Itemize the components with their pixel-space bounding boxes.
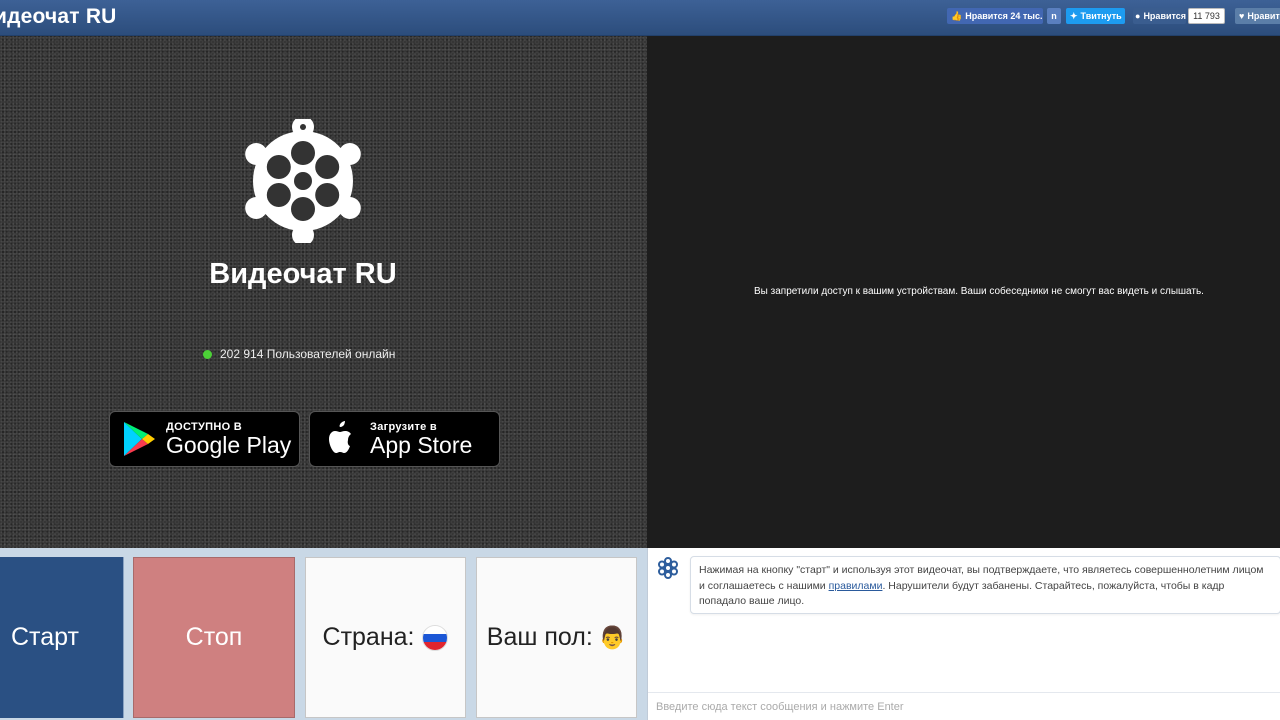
site-title[interactable]: идеочат RU — [0, 5, 117, 29]
tweet-button[interactable]: ✦ Твитнуть — [1066, 8, 1125, 24]
online-users-text: 202 914 Пользователей онлайн — [220, 347, 396, 361]
device-access-denied-message: Вы запретили доступ к вашим устройствам.… — [754, 286, 1204, 297]
thumbs-up-icon: 👍 — [951, 10, 963, 21]
russia-flag-icon — [422, 624, 449, 651]
male-face-icon: 👨 — [598, 624, 627, 650]
start-label: Старт — [11, 623, 79, 651]
stop-button[interactable]: Стоп — [133, 557, 295, 718]
apple-icon — [329, 421, 351, 453]
google-play-text: ДОСТУПНО В Google Play — [166, 421, 291, 458]
rules-notice-bubble: Нажимая на кнопку "старт" и используя эт… — [690, 556, 1280, 614]
online-users-counter: 202 914 Пользователей онлайн — [203, 347, 395, 361]
facebook-like-button[interactable]: 👍 Нравится 24 тыс. — [947, 8, 1043, 24]
app-store-button[interactable]: Загрузите в App Store — [309, 411, 500, 467]
rules-link[interactable]: правилами — [829, 580, 883, 592]
chat-message-input[interactable] — [648, 692, 1280, 720]
revolver-cylinder-small-icon — [658, 557, 678, 579]
vk-like-button[interactable]: ♥ Нравит — [1235, 8, 1280, 24]
share-button[interactable]: n — [1047, 8, 1061, 24]
top-bar: идеочат RU 👍 Нравится 24 тыс. n ✦ Твитну… — [0, 0, 1280, 36]
online-dot-icon — [203, 349, 212, 359]
country-label: Страна: — [322, 623, 415, 651]
chat-panel: Нажимая на кнопку "старт" и используя эт… — [647, 548, 1280, 720]
revolver-cylinder-logo-icon — [245, 119, 361, 243]
app-store-big-label: App Store — [370, 431, 473, 458]
google-play-big-label: Google Play — [166, 431, 292, 458]
start-button[interactable]: Старт — [0, 557, 124, 718]
gender-label: Ваш пол: — [486, 623, 593, 651]
ok-icon: ● — [1135, 11, 1141, 21]
heart-icon: ♥ — [1239, 11, 1245, 21]
twitter-icon: ✦ — [1070, 10, 1078, 21]
gender-selector[interactable]: Ваш пол: 👨 — [476, 557, 637, 718]
stop-label: Стоп — [185, 623, 243, 651]
google-play-small-label: ДОСТУПНО В — [166, 420, 243, 433]
share-label: n — [1051, 11, 1057, 21]
country-selector[interactable]: Страна: — [305, 557, 466, 718]
app-store-text: Загрузите в App Store — [370, 421, 472, 458]
ok-like-button[interactable]: ● Нравится — [1133, 8, 1186, 24]
tweet-label: Твитнуть — [1080, 11, 1122, 21]
control-bar: Старт Стоп Страна: Ваш пол: 👨 Нажимая на… — [0, 548, 1280, 720]
brand-title: Видеочат RU — [209, 258, 397, 290]
google-play-button[interactable]: ДОСТУПНО В Google Play — [109, 411, 300, 467]
local-video-panel: Видеочат RU 202 914 Пользователей онлайн… — [0, 36, 647, 548]
google-play-icon — [124, 422, 155, 456]
app-store-small-label: Загрузите в — [370, 420, 437, 433]
partner-video-panel: Вы запретили доступ к вашим устройствам.… — [647, 36, 1280, 548]
ok-like-label: Нравится — [1143, 11, 1187, 21]
facebook-like-label: Нравится 24 тыс. — [965, 11, 1043, 21]
vk-like-label: Нравит — [1247, 11, 1280, 21]
ok-like-count: 11 793 — [1188, 8, 1225, 24]
